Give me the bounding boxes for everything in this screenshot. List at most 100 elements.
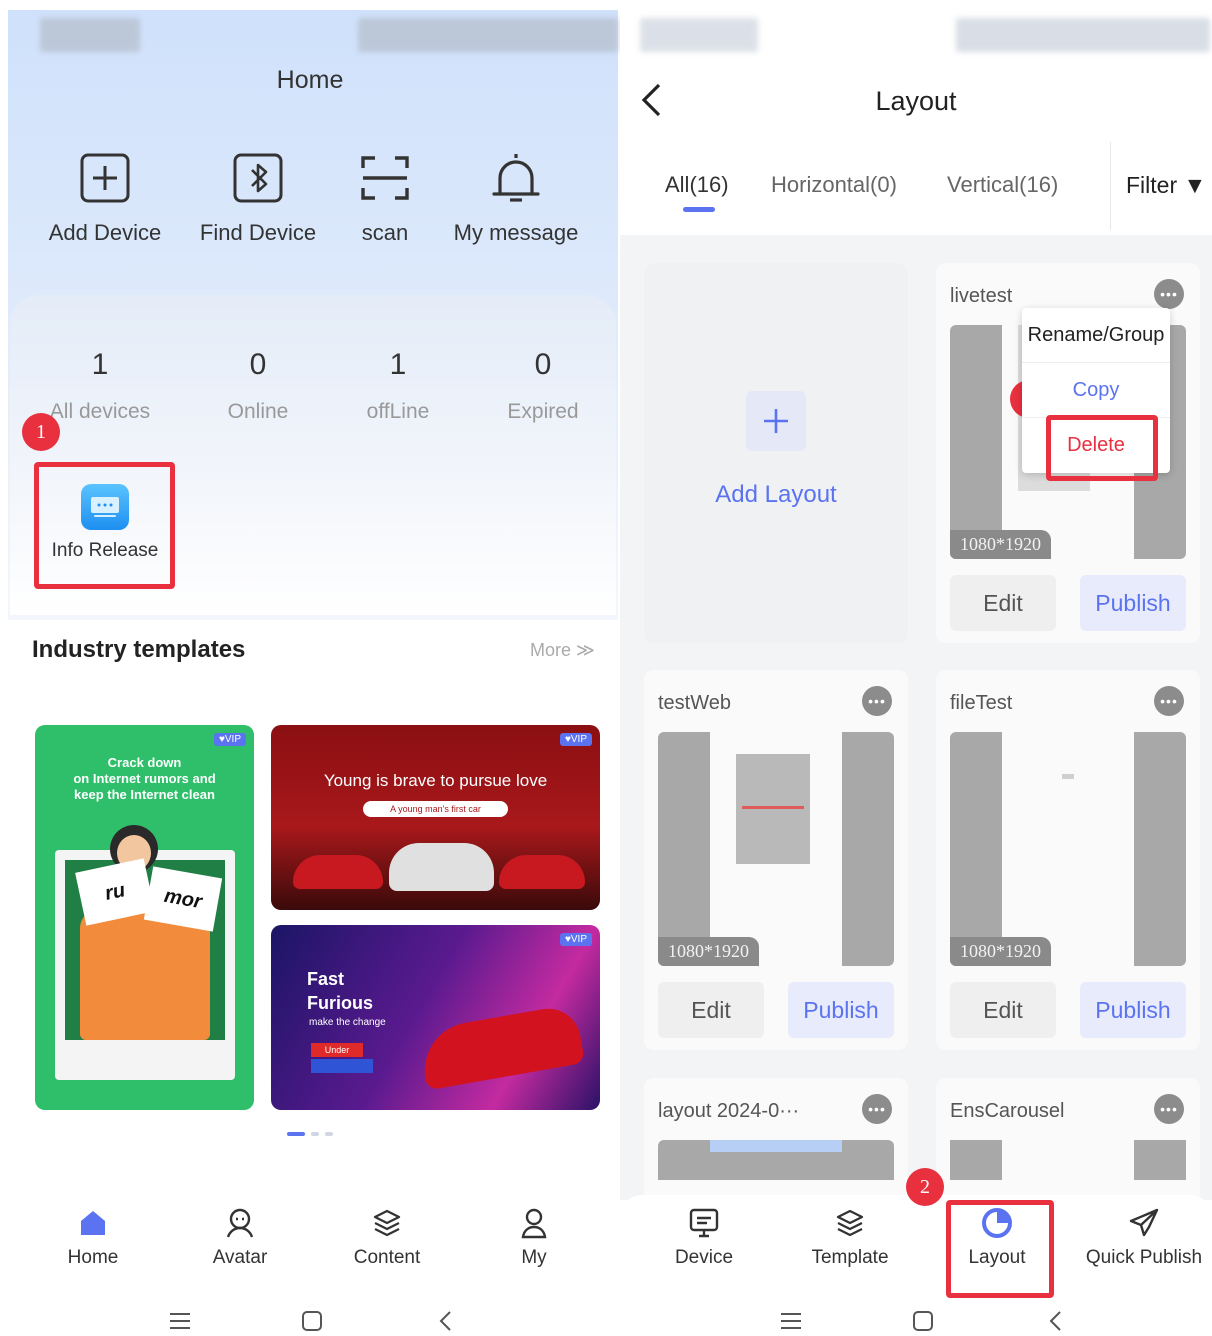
filter-button[interactable]: Filter ▼ (1126, 172, 1206, 199)
layout-card-enscarousel[interactable]: EnsCarousel ••• (936, 1078, 1200, 1200)
sports-car (417, 1003, 585, 1091)
tab-all[interactable]: All(16) (665, 172, 729, 198)
template-card-rumors[interactable]: ♥VIP Crack down on Internet rumors and k… (35, 725, 254, 1110)
layout-card-testweb[interactable]: testWeb ••• 1080*1920 Edit Publish (644, 670, 908, 1050)
scan-button[interactable]: scan (310, 150, 460, 246)
tab-quick-publish[interactable]: Quick Publish (1084, 1205, 1204, 1269)
template-card-fast-furious[interactable]: ♥VIP Fast Furious make the change Under (271, 925, 600, 1110)
stat-offline[interactable]: 1 offLine (323, 348, 473, 424)
publish-button[interactable]: Publish (1080, 575, 1186, 631)
copy-menu-item[interactable]: Copy (1022, 363, 1170, 418)
bell-icon (488, 150, 544, 206)
template-tag: Under (311, 1043, 363, 1057)
more-options-icon[interactable]: ••• (1154, 1094, 1184, 1124)
vip-badge: ♥VIP (559, 733, 592, 746)
layout-name: fileTest (950, 692, 1013, 714)
template-line-3: keep the Internet clean (74, 787, 215, 802)
preview-bar-left (950, 1140, 1002, 1180)
vip-badge: ♥VIP (213, 733, 246, 746)
plus-square-icon (77, 150, 133, 206)
template-headline: Crack down on Internet rumors and keep t… (35, 755, 254, 803)
layout-name: livetest (950, 285, 1013, 307)
add-layout-card[interactable]: Add Layout (644, 263, 908, 643)
preview-web-line (742, 806, 804, 809)
tab-home[interactable]: Home (33, 1205, 153, 1269)
more-options-icon[interactable]: ••• (1154, 686, 1184, 716)
resolution-chip: 1080*1920 (950, 937, 1051, 966)
stat-value: 0 (249, 348, 267, 381)
layers-icon (790, 1205, 910, 1241)
preview-bar-right (842, 732, 894, 966)
preview-bar-left (658, 732, 710, 966)
layout-preview: 1080*1920 (658, 732, 894, 966)
scan-icon (357, 150, 413, 206)
edit-button[interactable]: Edit (950, 575, 1056, 631)
car-left (293, 855, 383, 889)
tab-horizontal[interactable]: Horizontal(0) (771, 172, 897, 198)
home-square-icon[interactable] (908, 1306, 938, 1336)
avatar-icon (180, 1205, 300, 1241)
tab-device[interactable]: Device (644, 1205, 764, 1269)
stat-value: 1 (389, 348, 407, 381)
home-square-icon[interactable] (297, 1306, 327, 1336)
resolution-chip: 1080*1920 (658, 937, 759, 966)
template-card-young-love[interactable]: ♥VIP Young is brave to pursue love A you… (271, 725, 600, 910)
active-tab-indicator (683, 207, 715, 212)
car-right (499, 855, 585, 889)
edit-button[interactable]: Edit (658, 982, 764, 1038)
industry-templates-title: Industry templates (32, 636, 246, 663)
car-center (389, 843, 494, 891)
stat-value: 1 (91, 348, 109, 381)
headline-line-1: Fast (307, 969, 345, 989)
template-subtitle: make the change (309, 1017, 386, 1028)
publish-button[interactable]: Publish (788, 982, 894, 1038)
layout-preview: 1080*1920 (950, 732, 1186, 966)
highlight-box-info-release (34, 462, 175, 589)
layout-card-layout-2024[interactable]: layout 2024-0··· ••• (644, 1078, 908, 1200)
preview-strip (710, 1140, 842, 1152)
layout-preview (658, 1140, 894, 1180)
more-options-icon[interactable]: ••• (1154, 279, 1184, 309)
tab-content[interactable]: Content (327, 1205, 447, 1269)
stat-all-devices[interactable]: 1 All devices (25, 348, 175, 424)
system-back-icon[interactable] (430, 1306, 460, 1336)
more-options-icon[interactable]: ••• (862, 1094, 892, 1124)
tab-avatar[interactable]: Avatar (180, 1205, 300, 1269)
layout-card-filetest[interactable]: fileTest ••• 1080*1920 Edit Publish (936, 670, 1200, 1050)
stat-label: Online (227, 400, 289, 423)
preview-web-frame (736, 754, 810, 864)
status-bar-right (358, 18, 618, 52)
template-line-1: Crack down (107, 755, 182, 770)
tab-my[interactable]: My (474, 1205, 594, 1269)
stat-online[interactable]: 0 Online (183, 348, 333, 424)
rename-group-menu-item[interactable]: Rename/Group (1022, 308, 1170, 363)
device-icon (644, 1205, 764, 1241)
home-icon (33, 1205, 153, 1241)
more-options-icon[interactable]: ••• (862, 686, 892, 716)
plus-icon (746, 391, 806, 451)
template-headline: Young is brave to pursue love (323, 771, 548, 790)
stat-expired[interactable]: 0 Expired (468, 348, 618, 424)
menu-icon[interactable] (165, 1306, 195, 1336)
scan-label: scan (361, 220, 409, 245)
more-link[interactable]: More ≫ (530, 640, 595, 661)
system-nav-bar (620, 1306, 1212, 1336)
system-back-icon[interactable] (1040, 1306, 1070, 1336)
step-badge-2: 2 (906, 1168, 944, 1206)
preview-file-dot (1062, 774, 1074, 779)
tab-label: Content (353, 1247, 421, 1268)
my-message-button[interactable]: My message (441, 150, 591, 246)
tab-template[interactable]: Template (790, 1205, 910, 1269)
publish-button[interactable]: Publish (1080, 982, 1186, 1038)
preview-bar-left (950, 325, 1002, 559)
menu-icon[interactable] (776, 1306, 806, 1336)
template-headline: Fast Furious (307, 967, 373, 1015)
edit-button[interactable]: Edit (950, 982, 1056, 1038)
system-nav-bar (0, 1306, 620, 1336)
page-title: Home (276, 66, 344, 94)
add-layout-label: Add Layout (715, 481, 837, 508)
status-bar-left (40, 18, 140, 52)
tab-label: Home (67, 1247, 119, 1268)
add-device-button[interactable]: Add Device (30, 150, 180, 246)
tab-vertical[interactable]: Vertical(16) (947, 172, 1058, 198)
